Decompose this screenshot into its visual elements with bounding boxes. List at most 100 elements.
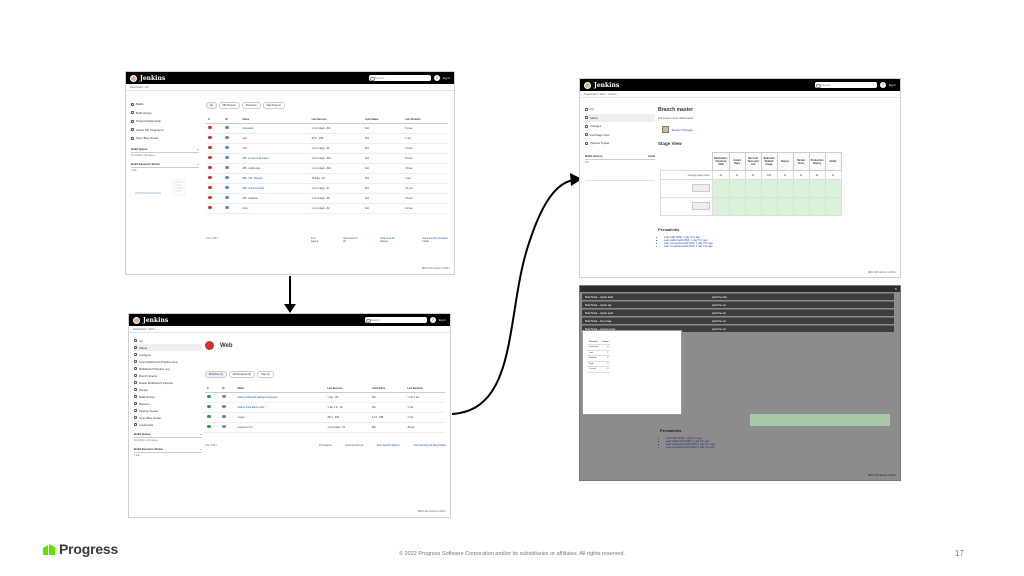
- sidebar-item-log[interactable]: Multibranch Pipeline Log: [134, 365, 202, 372]
- stage-cell-success[interactable]: [712, 179, 730, 198]
- build-badge[interactable]: [660, 197, 713, 216]
- table-row[interactable]: release/v2.0.0 1 mo 4 days - #1 N/A 45 sec: [205, 422, 445, 433]
- sidebar-item-pipeline-syntax[interactable]: Pipeline Syntax: [585, 139, 655, 148]
- column-last-failure[interactable]: Last Failure: [362, 116, 404, 124]
- collapse-icon[interactable]: ⌄: [197, 162, 199, 166]
- jenkins-title[interactable]: Jenkins: [140, 75, 165, 82]
- stage-cell-success[interactable]: [728, 197, 746, 216]
- sidebar-item-blue-ocean[interactable]: Open Blue Ocean: [131, 134, 199, 143]
- tab-mr-projects[interactable]: MR Projects: [218, 102, 240, 109]
- job-name-link[interactable]: API: [240, 143, 310, 154]
- atom-all-link[interactable]: Atom feed for all: [343, 237, 360, 243]
- sidebar-item-build-history[interactable]: Build History: [134, 393, 202, 400]
- executor-header[interactable]: Build Executor Status ⌄: [131, 161, 199, 168]
- table-row[interactable]: Docs 1 mo 4 days - #2 N/A 2.2 sec: [206, 203, 448, 214]
- collapse-icon[interactable]: ⌄: [200, 447, 202, 451]
- atom-latest-link[interactable]: Atom feed for just latest builds: [414, 444, 446, 447]
- breadcrumb[interactable]: Dashboard > Web > master >: [580, 91, 900, 98]
- table-row[interactable]: feature-1234-add-settings-component 1 day…: [205, 392, 445, 403]
- log-step-row[interactable]: Shell Script -- docker build (self time 1…: [582, 293, 894, 300]
- tab-pull-requests[interactable]: Pull Requests (0): [228, 371, 256, 378]
- job-name-link[interactable]: MB - mobile-app: [240, 163, 310, 174]
- sidebar-item-build-history[interactable]: Build History: [131, 109, 199, 118]
- stage-cell-success[interactable]: [744, 197, 762, 216]
- sidebar-item-blue-ocean[interactable]: Open Blue Ocean: [134, 414, 202, 421]
- jenkins-title[interactable]: Jenkins: [594, 82, 619, 89]
- job-name-link[interactable]: MB - VM - lifecycle: [240, 173, 310, 184]
- stage-cell-success[interactable]: [792, 179, 810, 198]
- stage-cell-success[interactable]: [808, 179, 826, 198]
- sidebar-item-credentials[interactable]: Credentials: [134, 421, 202, 428]
- icon-legend-link[interactable]: Icon legend: [311, 237, 323, 243]
- stage-cell-success[interactable]: [824, 179, 842, 198]
- log-step-row[interactable]: Shell Script -- docker tag (self time 1s): [582, 301, 894, 308]
- sidebar-item-up[interactable]: Up: [585, 105, 655, 114]
- sidebar-item-up[interactable]: Up: [134, 337, 202, 344]
- tab-pools-dev[interactable]: Pools Dev: [241, 102, 261, 109]
- recent-changes[interactable]: Recent Changes: [662, 126, 693, 133]
- column-name[interactable]: Name: [240, 116, 310, 124]
- permalink-last-completed[interactable]: Last completed build (#39), 1 day 5 hr a…: [664, 245, 713, 248]
- tab-tags[interactable]: Tags (1): [257, 371, 274, 378]
- build-badge[interactable]: [660, 179, 713, 198]
- sidebar-item-people[interactable]: People: [134, 386, 202, 393]
- build-queue-header[interactable]: Build Queue ⌄: [134, 431, 202, 438]
- atom-all-link[interactable]: Atom feed for all: [345, 444, 362, 447]
- tab-web-projects[interactable]: Web Projects: [262, 102, 285, 109]
- tab-all[interactable]: All: [206, 102, 217, 109]
- permalink-last-completed[interactable]: Last completed build (#39), 1 day 5 hr a…: [666, 446, 715, 449]
- table-row[interactable]: web 29 hr - #39 N/A 1 min: [206, 133, 448, 144]
- table-row[interactable]: MB - mobile-app 1 mo 4 days - #20 N/A 3.8 s…: [206, 163, 448, 174]
- jenkins-title[interactable]: Jenkins: [143, 317, 168, 324]
- sidebar-item-configure[interactable]: Configure: [134, 351, 202, 358]
- stage-cell-success[interactable]: [760, 197, 778, 216]
- table-row[interactable]: API 1 mo 2 days - #6 N/A 2.3 sec: [206, 143, 448, 154]
- login-link[interactable]: log in: [439, 318, 446, 322]
- column-name[interactable]: Name: [235, 385, 326, 393]
- table-row[interactable]: MB - service-bulk-import 1 mo 2 days - #1…: [206, 153, 448, 164]
- job-name-link[interactable]: infra-tests: [240, 123, 310, 134]
- sidebar-item-changes[interactable]: Changes: [585, 122, 655, 131]
- column-last-success[interactable]: Last Success: [325, 385, 370, 393]
- stage-cell-success[interactable]: [776, 179, 794, 198]
- column-weather[interactable]: W: [220, 385, 236, 393]
- job-name-link[interactable]: MB - test-framework: [240, 183, 310, 194]
- table-row[interactable]: infra-tests 1 mo 3 days - #11 N/A 5.4 sec: [206, 123, 448, 134]
- stage-cell-success[interactable]: [744, 179, 762, 198]
- sidebar-item-builds[interactable]: Builds: [131, 100, 199, 109]
- column-last-success[interactable]: Last Success: [309, 116, 363, 124]
- column-status[interactable]: S: [206, 116, 224, 124]
- branch-name-link[interactable]: master: [235, 412, 326, 423]
- help-icon[interactable]: ?: [429, 317, 436, 323]
- stage-cell-success[interactable]: [824, 197, 842, 216]
- sidebar-item-delete[interactable]: Delete Multibranch Pipeline: [134, 379, 202, 386]
- close-icon[interactable]: ✕: [894, 286, 897, 292]
- branch-name-link[interactable]: feature-1234-add-settings-component: [235, 392, 326, 403]
- sidebar-item-scan[interactable]: Scan Multibranch Pipeline Now: [134, 358, 202, 365]
- breadcrumb[interactable]: Dashboard > All: [126, 84, 454, 91]
- job-name-link[interactable]: MB - database: [240, 193, 310, 204]
- table-row[interactable]: MB - VM - lifecycle 19 days - #4 N/A 1 sec: [206, 173, 448, 184]
- build-history-header[interactable]: Build History trend: [585, 153, 655, 160]
- help-icon[interactable]: ?: [433, 75, 440, 81]
- stage-cell-success[interactable]: [792, 197, 810, 216]
- job-name-link[interactable]: Docs: [240, 203, 310, 214]
- stage-cell-success[interactable]: [776, 197, 794, 216]
- atom-failures-link[interactable]: Atom feed for failures: [380, 237, 402, 243]
- job-name-link[interactable]: web: [240, 133, 310, 144]
- breadcrumb[interactable]: Dashboard > Web >: [129, 326, 450, 333]
- sidebar-item-events[interactable]: Branch Events: [134, 372, 202, 379]
- sidebar-item-pipeline-syntax[interactable]: Pipeline Syntax: [134, 407, 202, 414]
- login-link[interactable]: log in: [443, 76, 450, 80]
- sidebar-item-status[interactable]: Status: [585, 113, 655, 122]
- job-name-link[interactable]: MB - service-bulk-import: [240, 153, 310, 164]
- column-last-duration[interactable]: Last Duration: [405, 385, 445, 393]
- column-weather[interactable]: W: [223, 116, 241, 124]
- search-input[interactable]: Search: [368, 75, 431, 81]
- search-input[interactable]: Search: [814, 82, 877, 88]
- help-icon[interactable]: ?: [879, 82, 886, 88]
- icon-legend-link[interactable]: Icon legend: [319, 444, 331, 447]
- log-step-row[interactable]: Shell Script -- trivy image (self time 1s…: [582, 317, 894, 324]
- table-row[interactable]: master 29 hr - #39 2 mo - #38 1 min: [205, 412, 445, 423]
- collapse-icon[interactable]: ⌄: [200, 432, 202, 436]
